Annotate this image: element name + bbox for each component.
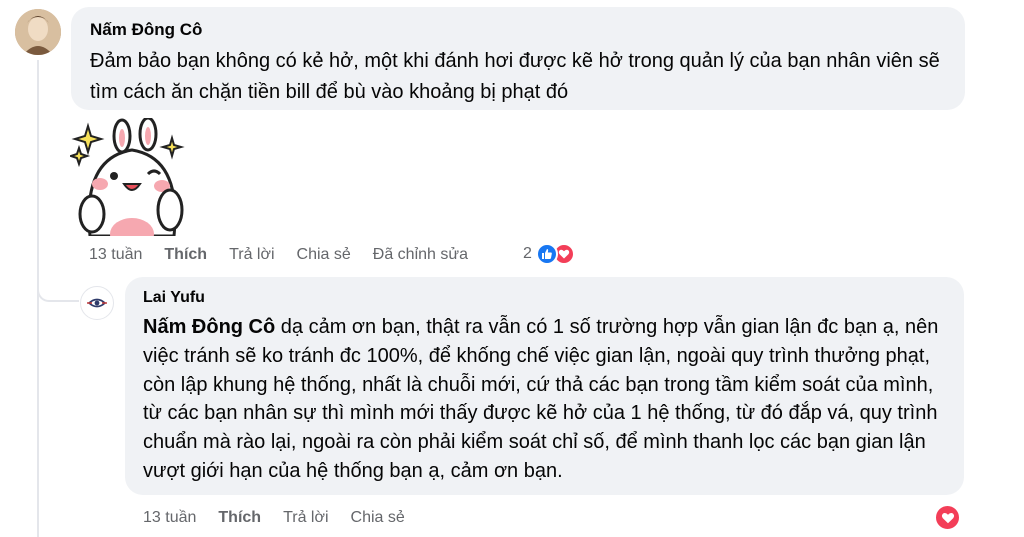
reply-like-button[interactable]: Thích xyxy=(218,509,261,527)
comment-time[interactable]: 13 tuần xyxy=(89,246,142,264)
mention-link[interactable]: Nấm Đông Cô xyxy=(143,316,275,338)
comment-bubble: Nấm Đông Cô Đảm bảo bạn không có kẻ hở, … xyxy=(71,7,965,110)
avatar[interactable] xyxy=(15,9,61,55)
edited-label[interactable]: Đã chỉnh sửa xyxy=(373,246,468,264)
reply-reaction-summary[interactable] xyxy=(934,504,961,531)
love-icon xyxy=(934,504,961,531)
reply-body: Nấm Đông Cô dạ cảm ơn bạn, thật ra vẫn c… xyxy=(143,313,946,486)
reply-time[interactable]: 13 tuần xyxy=(143,509,196,527)
reaction-summary[interactable]: 2 xyxy=(523,243,575,265)
comment-text: Đảm bảo bạn không có kẻ hở, một khi đánh… xyxy=(90,50,940,103)
bunny-sticker[interactable] xyxy=(67,116,190,250)
like-icon xyxy=(535,243,558,265)
like-button[interactable]: Thích xyxy=(164,246,207,264)
reply-reply-button[interactable]: Trả lời xyxy=(283,509,328,527)
share-button[interactable]: Chia sẻ xyxy=(297,246,351,264)
avatar-logo-icon xyxy=(87,298,107,308)
comment-author[interactable]: Nấm Đông Cô xyxy=(90,19,946,41)
reply-author[interactable]: Lai Yufu xyxy=(143,287,946,309)
reply-text: dạ cảm ơn bạn, thật ra vẫn có 1 số trườn… xyxy=(143,316,939,482)
reply-button[interactable]: Trả lời xyxy=(229,246,274,264)
reply-connector xyxy=(37,270,79,302)
reply-avatar[interactable] xyxy=(80,286,114,320)
avatar-photo xyxy=(15,9,61,55)
reply-share-button[interactable]: Chia sẻ xyxy=(351,509,405,527)
reply-actions: 13 tuần Thích Trả lời Chia sẻ xyxy=(143,509,427,527)
reaction-count: 2 xyxy=(523,245,532,262)
reply-bubble: Lai Yufu Nấm Đông Cô dạ cảm ơn bạn, thật… xyxy=(125,277,964,495)
comment-actions: 13 tuần Thích Trả lời Chia sẻ Đã chỉnh s… xyxy=(89,246,490,264)
thread-line xyxy=(37,60,39,537)
